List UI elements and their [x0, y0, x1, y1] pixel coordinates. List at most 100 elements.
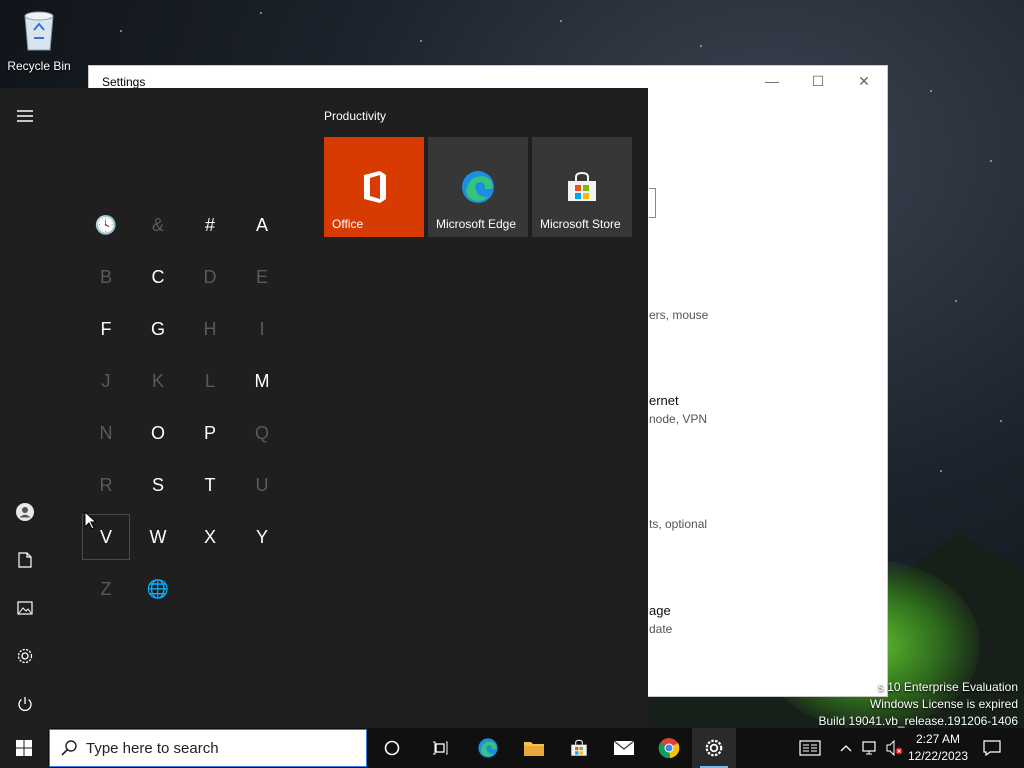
windows-icon: [16, 740, 32, 756]
jump-letter-5[interactable]: C: [134, 254, 182, 300]
action-center-button[interactable]: [976, 728, 1008, 768]
volume-muted-icon: [886, 740, 903, 756]
jump-letter-12: J: [101, 370, 111, 391]
jump-letter-27[interactable]: Y: [238, 514, 286, 560]
minimize-button[interactable]: —: [749, 66, 795, 96]
jump-letter-4: B: [99, 266, 112, 287]
jump-letter-16: N: [99, 422, 113, 443]
jump-letter-23: U: [255, 474, 269, 495]
store-icon: [571, 739, 587, 756]
tile-microsoft-store[interactable]: Microsoft Store: [532, 137, 632, 237]
office-icon: [364, 171, 386, 203]
pictures-icon[interactable]: [0, 588, 50, 628]
tile-microsoft-edge[interactable]: Microsoft Edge: [428, 137, 528, 237]
settings-icon: [705, 739, 723, 757]
recycle-bin-icon: [24, 11, 54, 51]
network-status[interactable]: [860, 728, 882, 768]
file-explorer-icon: [524, 742, 544, 756]
jump-letter-17[interactable]: O: [134, 410, 182, 456]
apps-description: ts, optional: [649, 517, 708, 531]
search-placeholder: Type here to search: [86, 739, 219, 757]
network-description: node, VPN: [649, 412, 708, 426]
news-button[interactable]: [794, 728, 826, 768]
task-view-icon: [433, 741, 448, 755]
jump-letter-13: K: [151, 370, 164, 391]
mail-icon: [613, 740, 635, 755]
time-language-description: date: [649, 622, 673, 636]
search-icon: [61, 740, 77, 756]
power-icon[interactable]: [0, 684, 50, 724]
taskbar-file-explorer[interactable]: [512, 728, 556, 768]
jump-letter-26[interactable]: X: [186, 514, 234, 560]
task-view-button[interactable]: [418, 728, 462, 768]
taskbar-clock[interactable]: 2:27 AM 12/22/2023: [905, 731, 971, 765]
jump-letter-7: E: [255, 266, 268, 287]
watermark-line: Windows License is expired: [869, 697, 1018, 711]
jump-letter-10: H: [203, 318, 217, 339]
chrome-icon: [658, 738, 680, 759]
jump-letter-29: 🌐: [146, 578, 170, 599]
edge-icon: [478, 738, 498, 758]
jump-letter-9[interactable]: G: [134, 306, 182, 352]
jump-letter-15[interactable]: M: [238, 358, 286, 404]
close-button[interactable]: ✕: [841, 66, 887, 96]
news-icon: [799, 740, 821, 756]
jump-letter-8[interactable]: F: [82, 306, 130, 352]
taskbar-chrome[interactable]: [647, 728, 691, 768]
tile-group-title: Productivity: [324, 109, 387, 123]
user-icon[interactable]: [0, 492, 50, 532]
recycle-bin-shortcut[interactable]: Recycle Bin: [6, 8, 72, 73]
time-language-title[interactable]: age: [649, 603, 671, 618]
network-title[interactable]: ernet: [649, 393, 679, 408]
settings-icon[interactable]: [0, 636, 50, 676]
jump-letter-6: D: [203, 266, 217, 287]
chevron-up-icon: [840, 745, 852, 752]
jump-letter-11: I: [259, 318, 265, 339]
taskbar-store[interactable]: [557, 728, 601, 768]
jump-letter-1: &: [151, 214, 164, 235]
clock-date: 12/22/2023: [907, 749, 969, 763]
watermark-line: s 10 Enterprise Evaluation: [877, 680, 1018, 694]
tile-label: Microsoft Edge: [436, 217, 517, 231]
documents-icon[interactable]: [0, 540, 50, 580]
action-center-icon: [983, 740, 1001, 756]
tile-label: Office: [332, 217, 364, 231]
show-hidden-icons[interactable]: [836, 728, 856, 768]
taskbar: Type here to search 2:27 AM 12/22/2023: [0, 728, 1024, 768]
taskbar-search-box[interactable]: Type here to search: [49, 729, 367, 767]
jump-letter-2[interactable]: #: [186, 202, 234, 248]
network-icon: [862, 741, 876, 755]
jump-letter-14: L: [204, 370, 215, 391]
clock-time: 2:27 AM: [915, 732, 961, 746]
jump-letter-19: Q: [254, 422, 269, 443]
edge-icon: [462, 171, 494, 203]
mouse-cursor-icon: [84, 511, 98, 530]
taskbar-mail[interactable]: [602, 728, 646, 768]
jump-letter-28: Z: [100, 578, 112, 599]
tile-office[interactable]: Office: [324, 137, 424, 237]
cortana-button[interactable]: [370, 728, 414, 768]
taskbar-settings[interactable]: [692, 728, 736, 768]
cortana-icon: [384, 740, 400, 756]
volume-status[interactable]: [884, 728, 906, 768]
license-watermark: s 10 Enterprise Evaluation Windows Licen…: [819, 679, 1019, 730]
jump-letter-0[interactable]: 🕓: [82, 202, 130, 248]
start-button[interactable]: [0, 728, 48, 768]
jump-letter-22[interactable]: T: [186, 462, 234, 508]
jump-letter-3[interactable]: A: [238, 202, 286, 248]
store-icon: [568, 171, 596, 201]
taskbar-edge[interactable]: [466, 728, 510, 768]
search-field-edge[interactable]: [649, 188, 656, 218]
window-title: Settings: [102, 75, 146, 89]
recycle-bin-label: Recycle Bin: [7, 59, 71, 73]
start-menu: 🕓 & # A B C D E F G H I J K L M N O P Q R S T U V W X Y Z 🌐 Productiv…: [0, 88, 648, 728]
start-rail: [0, 88, 50, 728]
jump-letter-25[interactable]: W: [134, 514, 182, 560]
menu-icon[interactable]: [0, 96, 50, 136]
tile-label: Microsoft Store: [540, 217, 621, 231]
jump-letter-18[interactable]: P: [186, 410, 234, 456]
devices-description: ers, mouse: [649, 308, 709, 322]
jump-letter-21[interactable]: S: [134, 462, 182, 508]
maximize-button[interactable]: ☐: [795, 66, 841, 96]
jump-letter-20: R: [99, 474, 113, 495]
